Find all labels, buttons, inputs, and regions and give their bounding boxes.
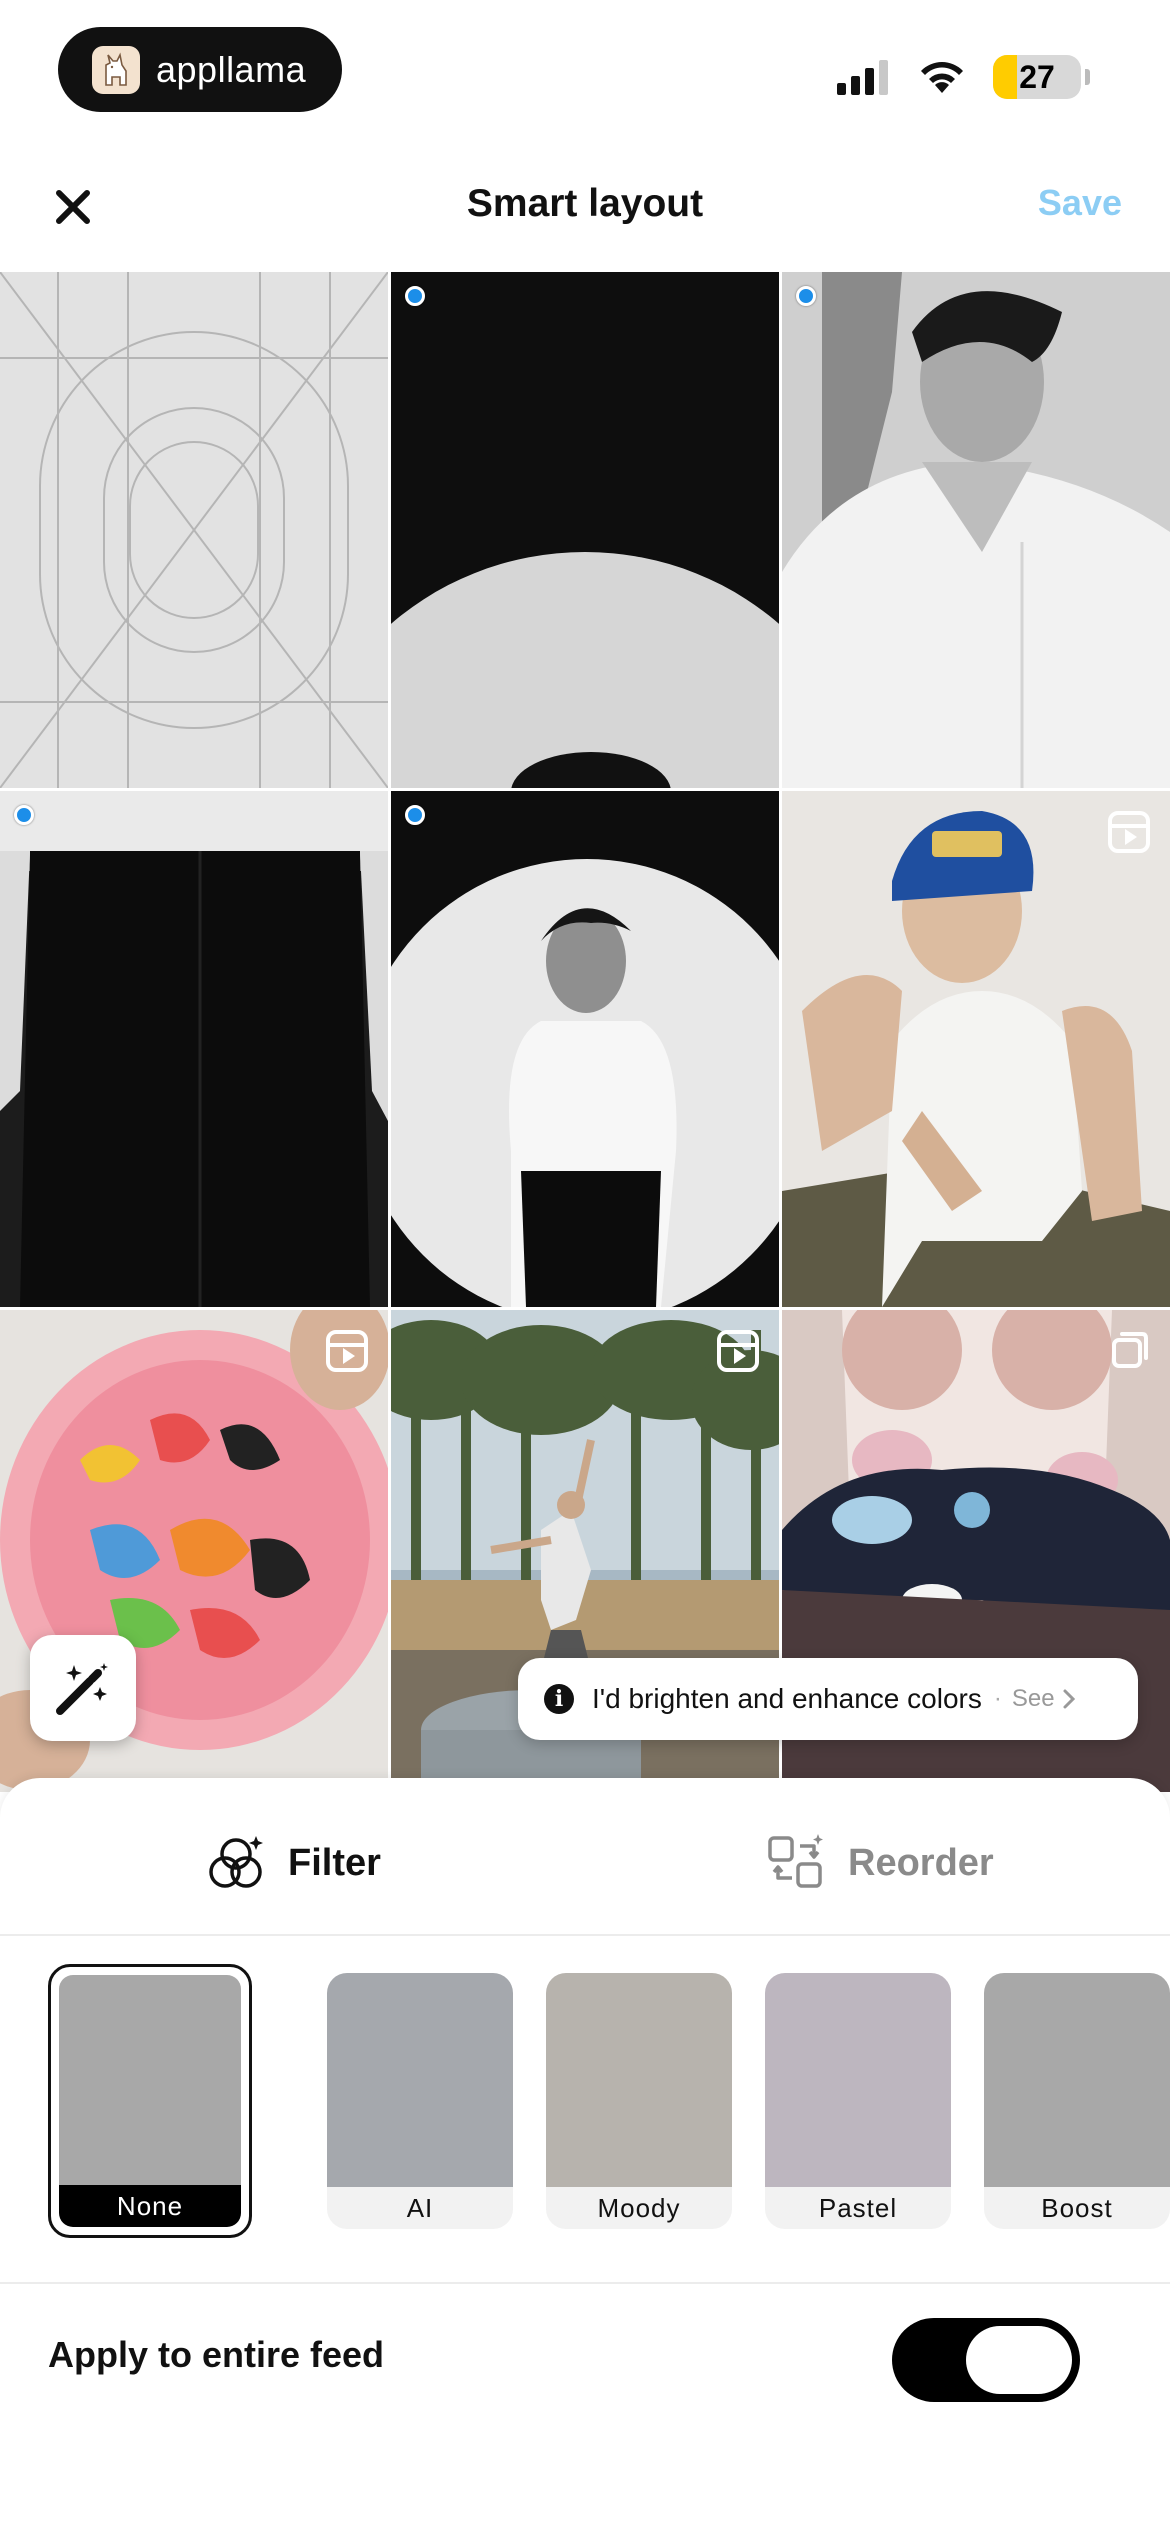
ai-magic-button[interactable] <box>30 1635 136 1741</box>
grid-divider <box>0 1307 1170 1310</box>
selection-dot <box>405 805 425 825</box>
edit-panel: Filter Reorder None AI Moody Pastel Boos… <box>0 1778 1170 2532</box>
tab-filter-label: Filter <box>288 1841 381 1884</box>
filter-option-none[interactable]: None <box>48 1964 252 2238</box>
photo-spotlight-figure <box>391 859 779 1307</box>
tooltip-text: I'd brighten and enhance colors <box>592 1683 982 1714</box>
page-title: Smart layout <box>466 182 704 225</box>
grid-tile-photo[interactable] <box>782 272 1170 788</box>
tab-filter[interactable]: Filter <box>206 1828 381 1898</box>
panel-divider <box>0 2282 1170 2284</box>
filter-option-moody[interactable]: Moody <box>546 1973 732 2229</box>
placeholder-grid-graphic <box>0 272 388 788</box>
reel-icon <box>326 1330 368 1372</box>
tab-reorder[interactable]: Reorder <box>766 1828 994 1898</box>
photo-cap-portrait <box>782 811 1170 1307</box>
chevron-right-icon <box>1063 1689 1075 1709</box>
filter-label: Pastel <box>765 2187 951 2229</box>
ai-suggestion-tooltip[interactable]: i I'd brighten and enhance colors · See <box>518 1658 1138 1740</box>
status-icons: 27 <box>835 52 1090 102</box>
grid-tile-placeholder[interactable] <box>0 272 388 788</box>
reel-icon <box>717 1330 759 1372</box>
grid-tile-photo[interactable] <box>391 272 779 788</box>
filter-circles-icon <box>209 1836 263 1888</box>
grid-divider <box>779 272 782 1792</box>
photo-grid <box>0 272 1170 1792</box>
selection-dot <box>14 805 34 825</box>
header: Smart layout Save <box>0 150 1170 265</box>
selection-dot <box>405 286 425 306</box>
tooltip-see-link[interactable]: See <box>1012 1685 1055 1713</box>
apply-to-feed-row: Apply to entire feed <box>0 2286 1170 2416</box>
filter-label: Moody <box>546 2187 732 2229</box>
filter-option-ai[interactable]: AI <box>327 1973 513 2229</box>
filter-swatch <box>327 1973 513 2187</box>
filter-swatch <box>546 1973 732 2187</box>
info-icon: i <box>544 1684 574 1714</box>
filter-option-boost[interactable]: Boost <box>984 1973 1170 2229</box>
grid-tile-reel[interactable] <box>782 791 1170 1307</box>
selection-dot <box>796 286 816 306</box>
toggle-knob <box>966 2326 1072 2394</box>
grid-tile-photo[interactable] <box>0 791 388 1307</box>
magic-wand-icon <box>56 1663 108 1715</box>
battery-cap <box>1085 69 1090 85</box>
battery-percentage: 27 <box>1019 58 1055 95</box>
wifi-icon <box>921 62 963 93</box>
cellular-signal-icon <box>837 60 888 95</box>
apply-to-feed-toggle[interactable] <box>892 2318 1080 2402</box>
filter-label: Boost <box>984 2187 1170 2229</box>
save-button[interactable]: Save <box>1038 182 1122 224</box>
llama-logo-icon <box>92 45 140 94</box>
multi-photo-icon <box>1112 1332 1148 1368</box>
tooltip-separator: · <box>993 1685 1002 1712</box>
photo-spotlight-top <box>391 552 779 788</box>
status-bar: appllama 27 <box>0 0 1170 140</box>
filter-strip: None AI Moody Pastel Boost <box>0 1964 1170 2253</box>
battery-icon: 27 <box>993 55 1081 99</box>
photo-portrait-profile <box>782 272 1170 788</box>
filter-swatch <box>765 1973 951 2187</box>
filter-label: None <box>59 2185 241 2227</box>
apply-to-feed-label: Apply to entire feed <box>48 2334 385 2375</box>
filter-option-pastel[interactable]: Pastel <box>765 1973 951 2229</box>
filter-swatch <box>984 1973 1170 2187</box>
filter-label: AI <box>327 2187 513 2229</box>
grid-divider <box>0 788 1170 791</box>
reorder-icon <box>768 1834 823 1888</box>
photo-trousers <box>0 791 388 1307</box>
reel-icon <box>1108 811 1150 853</box>
battery-level-fill <box>993 55 1017 99</box>
app-name: appllama <box>156 48 307 90</box>
tab-reorder-label: Reorder <box>848 1841 994 1884</box>
grid-tile-photo[interactable] <box>391 791 779 1307</box>
app-badge[interactable]: appllama <box>58 27 342 112</box>
filter-swatch <box>59 1975 241 2189</box>
panel-divider <box>0 1934 1170 1936</box>
grid-divider <box>388 272 391 1792</box>
